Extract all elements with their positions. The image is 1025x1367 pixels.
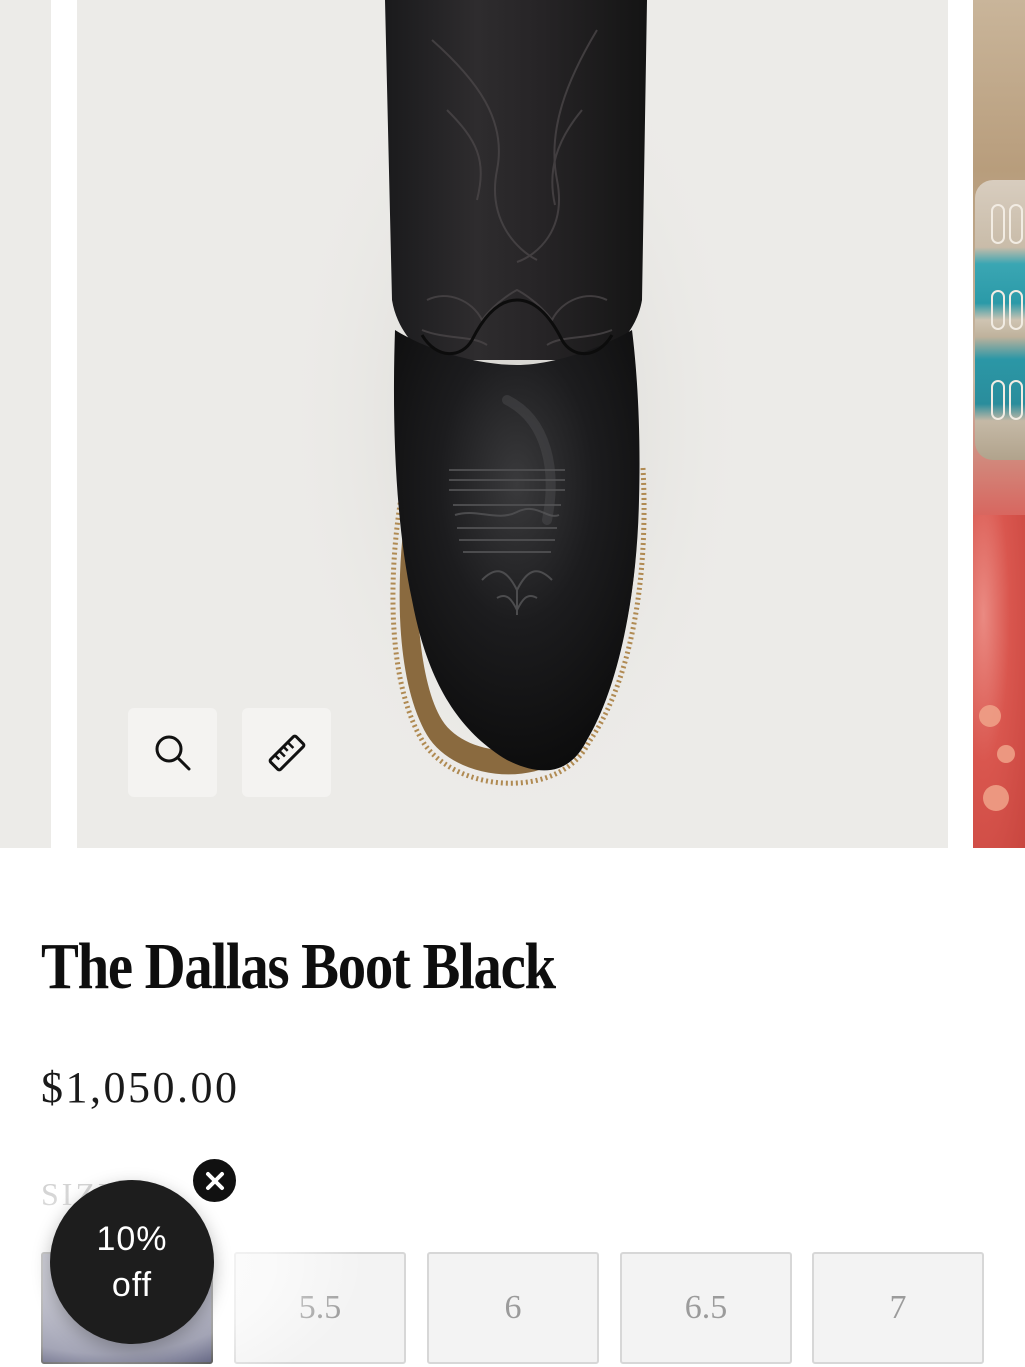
discount-off-text: off [111, 1266, 153, 1304]
zoom-button[interactable] [128, 708, 217, 797]
size-option-6[interactable]: 6 [427, 1252, 599, 1364]
next-slide-peek[interactable] [973, 0, 1025, 848]
close-icon [205, 1171, 224, 1190]
size-guide-button[interactable] [242, 708, 331, 797]
lamp-image-detail [975, 180, 1025, 460]
product-price: $1,050.00 [41, 1063, 240, 1112]
search-icon [155, 735, 190, 770]
discount-percent: 10% [96, 1220, 168, 1258]
size-option-6-5[interactable]: 6.5 [620, 1252, 792, 1364]
size-option-label: 6.5 [684, 1289, 728, 1326]
ruler-icon [268, 734, 305, 771]
size-option-7[interactable]: 7 [812, 1252, 984, 1364]
discount-badge[interactable]: 10% off [50, 1180, 214, 1344]
size-option-5-5[interactable]: 5.5 [234, 1252, 406, 1364]
size-option-label: 7 [889, 1289, 907, 1326]
product-image-gallery[interactable] [0, 0, 1025, 848]
size-option-label: 5.5 [298, 1289, 342, 1326]
product-title: The Dallas Boot Black [41, 930, 556, 1003]
discount-close-button[interactable] [191, 1157, 238, 1204]
size-option-label: 6 [504, 1289, 522, 1326]
product-page: The Dallas Boot Black $1,050.00 SIZE5 5 … [0, 0, 1025, 1367]
sofa-image-detail [973, 515, 1025, 848]
previous-slide-peek[interactable] [0, 0, 51, 848]
